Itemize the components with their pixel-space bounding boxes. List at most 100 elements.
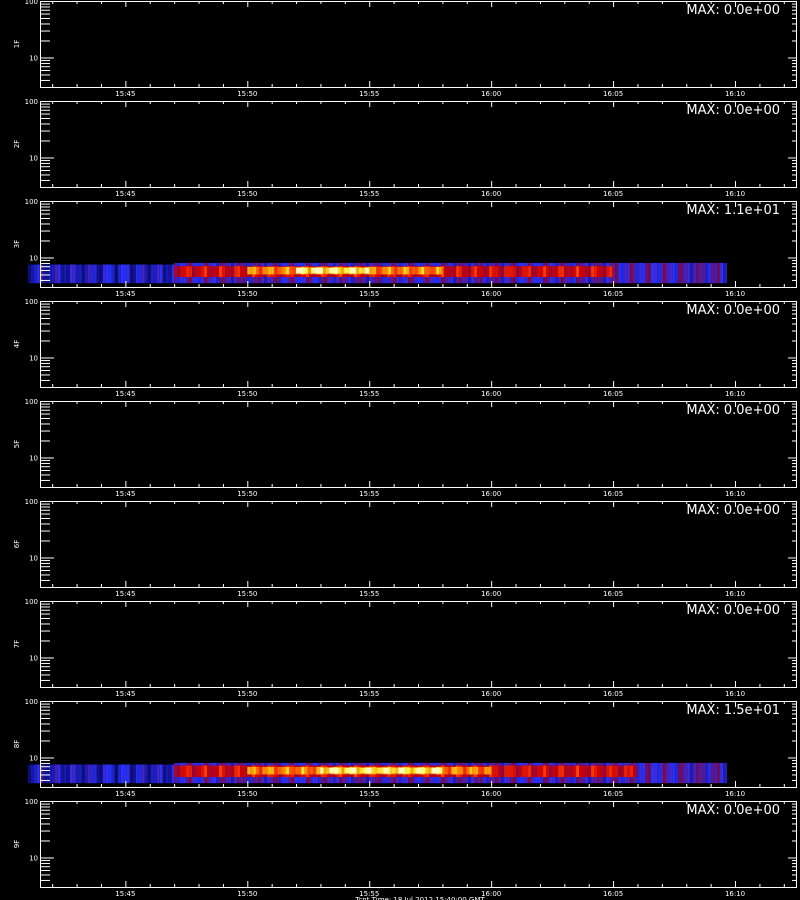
heatmap-cell xyxy=(304,766,308,775)
heatmap-cell xyxy=(183,266,187,277)
heatmap-cell xyxy=(720,262,724,284)
heatmap-cell xyxy=(274,766,278,775)
heatmap-cell xyxy=(507,266,511,277)
heatmap-cell xyxy=(474,266,478,277)
heatmap-cell xyxy=(582,266,586,277)
heatmap-cell xyxy=(237,266,241,277)
heatmap-cell xyxy=(404,767,408,774)
heatmap-cell xyxy=(228,765,232,777)
x-tick-label: 16:05 xyxy=(603,290,623,298)
heatmap-cell xyxy=(618,765,622,777)
heatmap-cell xyxy=(418,266,422,275)
max-label: MAX: 0.0e+00 xyxy=(686,403,780,418)
heatmap-cell xyxy=(391,266,395,275)
heatmap-cell xyxy=(60,264,64,284)
heatmap-cell xyxy=(27,264,31,284)
heatmap-cell xyxy=(510,765,514,777)
heatmap-cell xyxy=(36,764,40,784)
heatmap-cell xyxy=(588,266,592,277)
heatmap-cell xyxy=(162,764,166,784)
heatmap-cell xyxy=(186,266,190,277)
panel-8f: 10 100 15:45 15:50 15:55 16:00 16:05 16:10 8F MAX… xyxy=(13,698,797,798)
heatmap-cell xyxy=(651,762,655,784)
heatmap-cell xyxy=(693,262,697,284)
heatmap-cell xyxy=(657,762,661,784)
heatmap-cell xyxy=(660,262,664,284)
heatmap-cell xyxy=(552,266,556,277)
heatmap-cell xyxy=(681,762,685,784)
heatmap-cell xyxy=(75,764,79,784)
heatmap-cell xyxy=(231,765,235,777)
heatmap-cell xyxy=(165,764,169,784)
heatmap-cell xyxy=(141,764,145,784)
heatmap-cell xyxy=(341,767,345,774)
heatmap-cell xyxy=(198,266,202,277)
heatmap-cell xyxy=(567,266,571,277)
heatmap-cell xyxy=(296,267,300,274)
heatmap-cell xyxy=(335,767,339,774)
heatmap-cell xyxy=(415,266,419,275)
heatmap-cell xyxy=(663,262,667,284)
heatmap-cell xyxy=(225,266,229,277)
heatmap-cell xyxy=(699,262,703,284)
heatmap-cell xyxy=(84,764,88,784)
heatmap-cell xyxy=(645,762,649,784)
heatmap-cell xyxy=(63,264,67,284)
heatmap-cell xyxy=(234,765,238,777)
heatmap-cell xyxy=(648,262,652,284)
panel-9f: 1010015:45 15:50 15:55 16:00 16:05 16:109FMAX… xyxy=(13,798,797,898)
heatmap-cell xyxy=(120,764,124,784)
heatmap-cell xyxy=(338,767,342,774)
x-tick-label: 15:50 xyxy=(237,690,257,698)
x-tick-label: 15:55 xyxy=(359,390,379,398)
heatmap-cell xyxy=(480,266,484,277)
x-tick-label: 15:55 xyxy=(359,690,379,698)
heatmap-cell xyxy=(422,767,426,774)
heatmap-cell xyxy=(702,262,706,284)
x-tick-label: 15:55 xyxy=(359,790,379,798)
plot-frame xyxy=(40,1,797,88)
heatmap-cell xyxy=(705,762,709,784)
x-tick-label: 15:45 xyxy=(115,290,135,298)
heatmap-cell xyxy=(421,266,425,275)
heatmap-cell xyxy=(669,762,673,784)
heatmap-cell xyxy=(186,765,190,777)
plot-frame xyxy=(40,501,797,588)
y-tick-label: 10 xyxy=(29,254,38,262)
heatmap-cell xyxy=(591,765,595,777)
heatmap-cell xyxy=(380,767,384,774)
heatmap-cell xyxy=(561,266,565,277)
panel-label: 5F xyxy=(13,440,21,448)
heatmap-cell xyxy=(696,262,700,284)
panel-label: 3F xyxy=(13,240,21,248)
heatmap-cell xyxy=(195,266,199,277)
heatmap-cell xyxy=(289,266,293,275)
heatmap-cell xyxy=(126,764,130,784)
heatmap-cell xyxy=(72,264,76,284)
heatmap-cell xyxy=(388,266,392,275)
heatmap-cell xyxy=(84,264,88,284)
heatmap-cell xyxy=(332,267,336,274)
x-tick-label: 16:00 xyxy=(481,690,501,698)
heatmap-cell xyxy=(528,765,532,777)
heatmap-cell xyxy=(609,266,613,277)
heatmap-cell xyxy=(87,764,91,784)
heatmap-cell xyxy=(344,767,348,774)
heatmap-cell xyxy=(513,266,517,277)
panel-label: 7F xyxy=(13,640,21,648)
y-tick-label: 10 xyxy=(29,854,38,862)
heatmap-cell xyxy=(531,266,535,277)
heatmap-cell xyxy=(219,266,223,277)
heatmap-cell xyxy=(600,266,604,277)
panel-5f: 10 100 15:45 15:50 15:55 16:00 16:05 16:10 5F MAX… xyxy=(13,398,797,498)
panel-3f: 10 100 15:45 15:50 15:55 16:00 16:05 16:10 3F MAX… xyxy=(13,198,797,298)
heatmap-cell xyxy=(471,266,475,277)
heatmap-cell xyxy=(250,266,254,275)
heatmap-cell xyxy=(428,767,432,774)
heatmap-cell xyxy=(489,266,493,277)
heatmap-cell xyxy=(585,266,589,277)
heatmap-cell xyxy=(379,266,383,275)
heatmap-cell xyxy=(606,266,610,277)
heatmap-cell xyxy=(132,264,136,284)
heatmap-cell xyxy=(504,266,508,277)
